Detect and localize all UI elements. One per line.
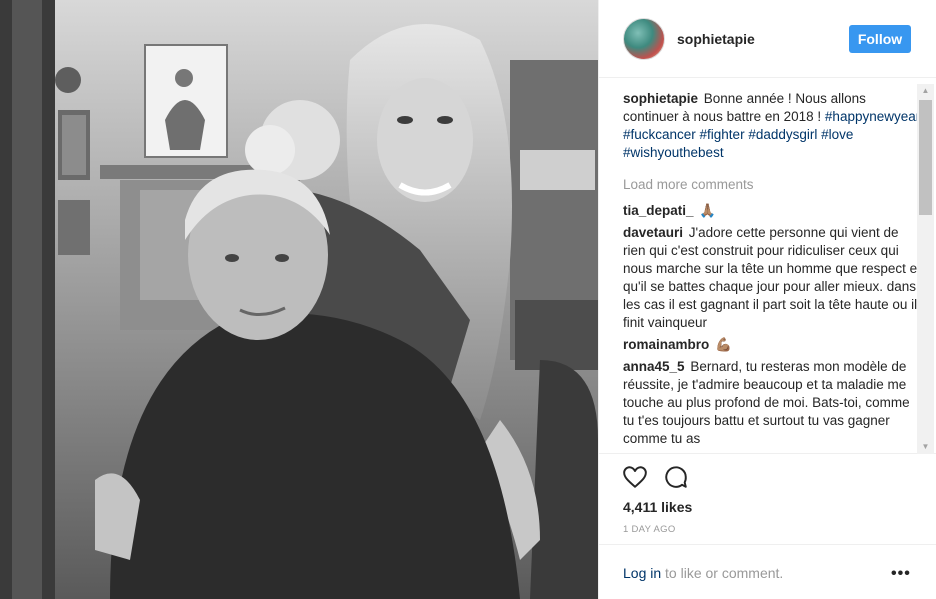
comment-item: anna45_5 Bernard, tu resteras mon modèle… [623, 358, 923, 448]
comment-item: davetauri J'adore cette personne qui vie… [623, 224, 923, 332]
post-sidebar: sophietapie Follow sophietapie Bonne ann… [598, 0, 936, 599]
photo-illustration [0, 0, 598, 599]
speech-bubble-icon[interactable] [663, 464, 689, 490]
comment-username[interactable]: romainambro [623, 337, 709, 352]
load-more-comments[interactable]: Load more comments [623, 176, 923, 194]
comment-text: J'adore cette personne qui vient de rien… [623, 225, 921, 330]
likes-count[interactable]: 4,411 likes [623, 499, 692, 515]
scroll-down-arrow-icon[interactable]: ▼ [917, 440, 934, 454]
avatar[interactable] [623, 18, 665, 60]
caption-username[interactable]: sophietapie [623, 91, 698, 106]
login-rest: to like or comment. [661, 565, 784, 581]
follow-button[interactable]: Follow [849, 25, 911, 53]
comment-username[interactable]: davetauri [623, 225, 683, 240]
comment-item: romainambro 💪🏽 [623, 336, 923, 354]
caption: sophietapie Bonne année ! Nous allons co… [623, 90, 923, 162]
scroll-up-arrow-icon[interactable]: ▲ [917, 84, 934, 98]
heart-icon[interactable] [622, 464, 648, 490]
comments-scrollbar[interactable]: ▲ ▼ [917, 84, 934, 454]
post-actions: 4,411 likes 1 DAY AGO [599, 453, 936, 543]
scroll-thumb[interactable] [919, 100, 932, 215]
post-timestamp: 1 DAY AGO [623, 524, 676, 535]
comments-section: sophietapie Bonne année ! Nous allons co… [623, 90, 923, 450]
comment-text: 💪🏽 [715, 337, 732, 352]
comment-username[interactable]: anna45_5 [623, 359, 685, 374]
comment-item: tia_depati_ 🙏🏽 [623, 202, 923, 220]
more-options-icon[interactable]: ••• [891, 565, 911, 583]
comment-username[interactable]: tia_depati_ [623, 203, 694, 218]
login-link[interactable]: Log in [623, 565, 661, 581]
comment-text: 🙏🏽 [699, 203, 717, 218]
post-photo[interactable] [0, 0, 598, 599]
post-header: sophietapie Follow [599, 0, 936, 78]
author-username[interactable]: sophietapie [677, 31, 755, 47]
login-text: Log in to like or comment. [623, 565, 783, 581]
login-prompt: Log in to like or comment. ••• [599, 544, 936, 599]
